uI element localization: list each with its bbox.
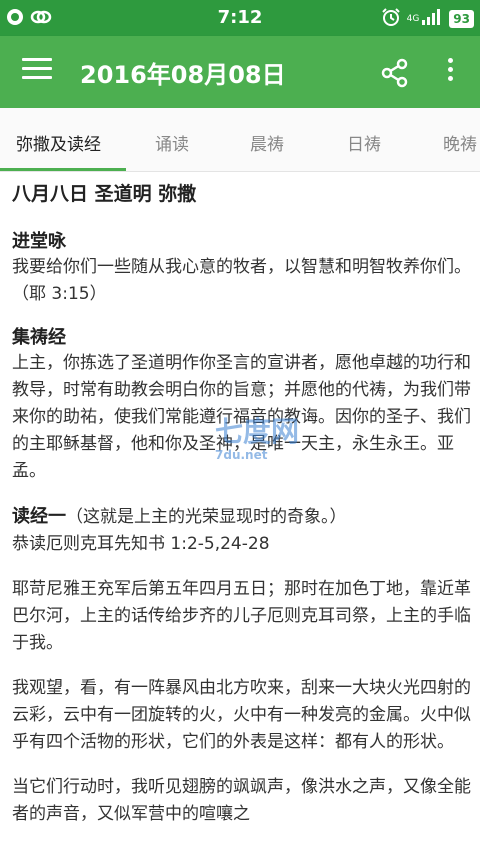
first-reading: 读经一（这就是上主的光荣显现时的奇象。） 恭读厄则克耳先知书 1:2-5,24-… [12, 503, 472, 558]
collect-prayer: 集祷经 上主，你拣选了圣道明作你圣言的宣讲者，愿他卓越的功行和教导，时常有助教会… [12, 326, 472, 485]
status-bar: 7:12 4G 93 [0, 0, 480, 36]
tab-indicator [0, 168, 126, 171]
reading-paragraph: 耶苛尼雅王充军后第五年四月五日；那时在加色丁地，靠近革巴尔河，上主的话传给步齐的… [12, 579, 471, 653]
entrance-antiphon: 进堂咏 我要给你们一些随从我心意的牧者，以智慧和明智牧养你们。（耶 3:15） [12, 230, 472, 308]
tab-evening-prayer[interactable]: 晚祷 [443, 130, 477, 155]
reading1-subtitle: （这就是上主的光荣显现时的奇象。） [66, 507, 347, 527]
tab-office-readings[interactable]: 诵读 [155, 130, 189, 155]
network-label: 4G [406, 13, 420, 24]
tab-mass-readings[interactable]: 弥撒及读经 [16, 130, 101, 155]
entrance-title: 进堂咏 [12, 231, 66, 252]
hamburger-menu-icon[interactable] [22, 58, 52, 86]
collect-text: 上主，你拣选了圣道明作你圣言的宣讲者，愿他卓越的功行和教导，时常有助教会明白你的… [12, 353, 471, 481]
battery-icon: 93 [449, 10, 474, 28]
share-icon[interactable] [380, 58, 410, 92]
reading1-source: 恭读厄则克耳先知书 1:2-5,24-28 [12, 534, 270, 554]
app-bar: 2016年08月08日 [0, 36, 480, 108]
more-vert-icon[interactable] [440, 58, 460, 86]
reading-paragraph: 我观望，看，有一阵暴风由北方吹来，刮来一大块火光四射的云彩，云中有一团旋转的火，… [12, 678, 471, 752]
page-title: 2016年08月08日 [80, 61, 286, 89]
readings-content[interactable]: 八月八日 圣道明 弥撒 进堂咏 我要给你们一些随从我心意的牧者，以智慧和明智牧养… [12, 180, 472, 846]
mass-heading: 八月八日 圣道明 弥撒 [12, 183, 197, 205]
collect-title: 集祷经 [12, 327, 66, 348]
reading-paragraph: 当它们行动时，我听见翅膀的飒飒声，像洪水之声，又像全能者的声音，又似军营中的喧嚷… [12, 777, 471, 824]
alarm-clock-icon [381, 7, 401, 31]
entrance-text: 我要给你们一些随从我心意的牧者，以智慧和明智牧养你们。（耶 3:15） [12, 257, 471, 304]
tab-bar: 弥撒及读经 诵读 晨祷 日祷 晚祷 [0, 108, 480, 172]
tab-daytime-prayer[interactable]: 日祷 [347, 130, 381, 155]
tab-morning-prayer[interactable]: 晨祷 [250, 130, 284, 155]
signal-icon [421, 8, 443, 30]
reading1-title: 读经一 [12, 506, 66, 527]
